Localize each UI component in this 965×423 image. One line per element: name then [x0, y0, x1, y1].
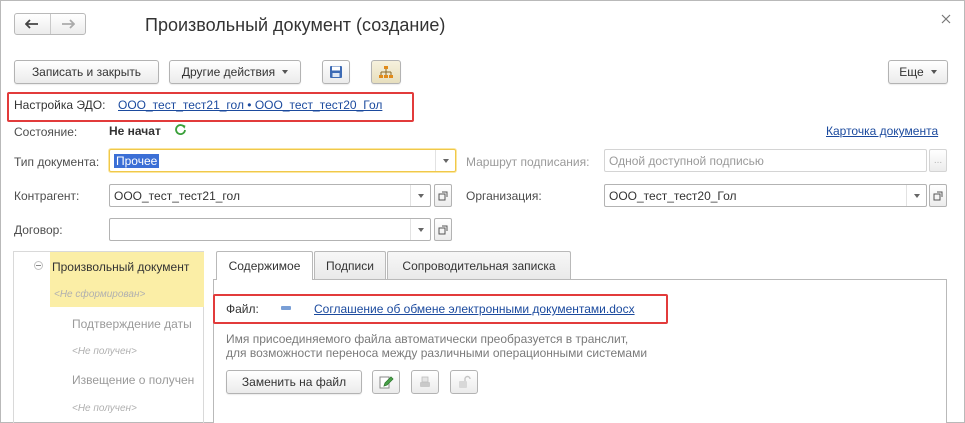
file-hint-line1: Имя присоединяемого файла автоматически …: [226, 332, 629, 346]
doc-type-field[interactable]: Прочее: [109, 149, 456, 172]
document-tree: Произвольный документ <Не сформирован> П…: [13, 251, 204, 423]
contract-label: Договор:: [14, 223, 63, 237]
save-button[interactable]: [322, 60, 350, 84]
collapse-icon[interactable]: [34, 261, 43, 270]
save-and-close-label: Записать и закрыть: [31, 65, 142, 79]
route-value: Одной доступной подписью: [609, 153, 764, 168]
doc-type-value: Прочее: [114, 153, 160, 168]
doc-type-label: Тип документа:: [14, 155, 100, 169]
organization-label: Организация:: [466, 189, 542, 203]
close-icon[interactable]: [940, 13, 952, 25]
route-field: Одной доступной подписью: [604, 149, 927, 172]
counterparty-open-button[interactable]: [434, 184, 452, 207]
more-label: Еще: [899, 65, 924, 79]
tree-item-status: <Не получен>: [72, 346, 137, 357]
ellipsis-icon: ...: [933, 154, 943, 166]
edit-icon: [379, 376, 394, 389]
tab-label: Сопроводительная записка: [402, 258, 556, 273]
edit-file-button[interactable]: [372, 370, 400, 394]
open-window-icon: [438, 225, 448, 234]
chevron-down-icon[interactable]: [435, 150, 455, 171]
hierarchy-icon: [379, 66, 393, 78]
organization-value: ООО_тест_тест20_Гол: [609, 188, 737, 203]
tree-item-label[interactable]: Извещение о получен: [72, 373, 194, 387]
replace-file-button[interactable]: Заменить на файл: [226, 370, 362, 394]
contract-field[interactable]: [109, 218, 431, 241]
route-label: Маршрут подписания:: [466, 155, 590, 169]
more-button[interactable]: Еще: [888, 60, 948, 84]
tab-label: Подписи: [326, 258, 374, 273]
save-and-close-button[interactable]: Записать и закрыть: [14, 60, 159, 84]
floppy-disk-icon: [330, 66, 342, 78]
navigation-buttons: [14, 13, 86, 35]
tree-item-status: <Не получен>: [72, 403, 137, 414]
tree-item-label[interactable]: Подтверждение даты: [72, 317, 192, 331]
contract-open-button[interactable]: [434, 218, 452, 241]
file-link[interactable]: Соглашение об обмене электронными докуме…: [314, 302, 635, 316]
edo-settings-link[interactable]: ООО_тест_тест21_гол • ООО_тест_тест20_Го…: [118, 98, 382, 112]
tree-item-label[interactable]: Произвольный документ: [52, 260, 189, 274]
file-label: Файл:: [226, 302, 259, 316]
scan-file-button: [411, 370, 439, 394]
unlock-file-button: [450, 370, 478, 394]
tab-signatures[interactable]: Подписи: [314, 251, 386, 279]
tab-cover-note[interactable]: Сопроводительная записка: [387, 251, 571, 279]
chevron-down-icon[interactable]: [906, 185, 926, 206]
chevron-down-icon[interactable]: [410, 219, 430, 240]
refresh-icon[interactable]: [174, 123, 187, 139]
counterparty-field[interactable]: ООО_тест_тест21_гол: [109, 184, 431, 207]
organization-open-button[interactable]: [929, 184, 947, 207]
chevron-down-icon[interactable]: [410, 185, 430, 206]
open-window-icon: [438, 191, 448, 200]
minus-icon[interactable]: [281, 306, 291, 310]
other-actions-button[interactable]: Другие действия: [169, 60, 301, 84]
structure-button[interactable]: [371, 60, 401, 84]
organization-field[interactable]: ООО_тест_тест20_Гол: [604, 184, 927, 207]
chevron-down-icon: [282, 70, 289, 74]
scanner-icon: [420, 376, 430, 387]
arrow-left-icon: [25, 19, 39, 29]
chevron-down-icon: [930, 70, 937, 74]
open-window-icon: [933, 191, 943, 200]
arrow-right-icon: [61, 19, 75, 29]
state-label: Состояние:: [14, 125, 78, 139]
other-actions-label: Другие действия: [181, 65, 276, 79]
counterparty-value: ООО_тест_тест21_гол: [114, 188, 240, 203]
tree-item-status: <Не сформирован>: [54, 289, 146, 300]
replace-file-label: Заменить на файл: [241, 375, 347, 389]
file-hint-line2: для возможности переноса между различным…: [226, 346, 648, 360]
document-card-link[interactable]: Карточка документа: [826, 124, 938, 138]
window-title: Произвольный документ (создание): [145, 15, 446, 35]
edo-label: Настройка ЭДО:: [14, 98, 106, 112]
route-select-button: ...: [929, 149, 947, 172]
tab-label: Содержимое: [228, 259, 301, 273]
counterparty-label: Контрагент:: [14, 189, 80, 203]
tab-content[interactable]: Содержимое: [216, 251, 313, 280]
lock-icon: [459, 375, 471, 388]
state-value: Не начат: [109, 124, 161, 138]
forward-button[interactable]: [49, 14, 86, 34]
back-button[interactable]: [15, 14, 50, 34]
